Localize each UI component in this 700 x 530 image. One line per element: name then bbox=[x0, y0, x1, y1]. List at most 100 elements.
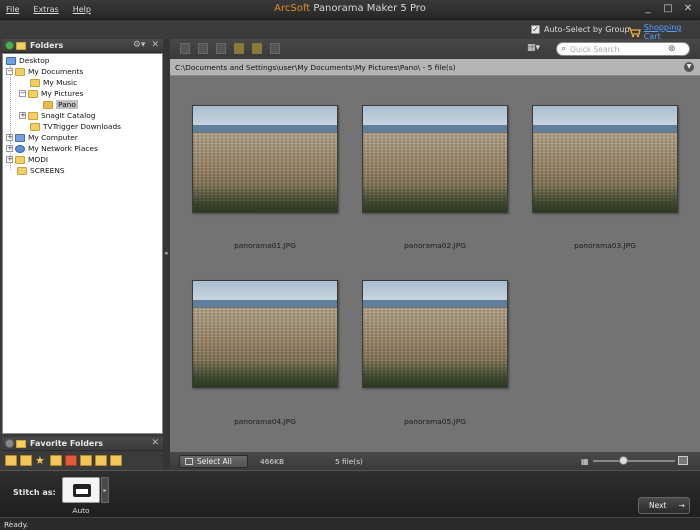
app-title-brand: ArcSoft bbox=[274, 3, 311, 14]
close-button[interactable]: ✕ bbox=[680, 2, 696, 16]
flag-icon[interactable] bbox=[65, 454, 77, 466]
small-thumbnails-icon[interactable]: ▦ bbox=[581, 457, 589, 466]
arrow-right-icon: → bbox=[678, 501, 685, 510]
favorites-toolbar: ★ bbox=[2, 452, 163, 468]
panel-splitter[interactable]: ◂ bbox=[163, 39, 170, 470]
favorites-title: Favorite Folders bbox=[30, 439, 104, 448]
calendar-icon[interactable] bbox=[80, 454, 92, 466]
collapse-arrow-icon[interactable]: ◂ bbox=[164, 249, 168, 257]
minimize-button[interactable]: _ bbox=[640, 2, 656, 16]
stitch-bar: Stitch as: ▸ Auto Next → bbox=[0, 470, 700, 517]
favorites-header-controls: ✕ bbox=[151, 438, 159, 448]
search-input[interactable] bbox=[570, 44, 667, 54]
status-bar: Ready. ⋰ bbox=[0, 517, 700, 530]
lock-icon[interactable] bbox=[252, 43, 262, 54]
tree-item-my-documents[interactable]: − My Documents bbox=[6, 66, 83, 77]
next-label: Next bbox=[649, 501, 667, 510]
stitch-as-label: Stitch as: bbox=[13, 488, 56, 497]
close-icon[interactable]: ✕ bbox=[151, 40, 159, 50]
collapse-icon[interactable]: − bbox=[6, 68, 13, 75]
thumbnail-panorama04[interactable] bbox=[192, 280, 338, 388]
tree-item-tvtrigger-downloads[interactable]: TVTrigger Downloads bbox=[30, 121, 121, 132]
path-dropdown-icon[interactable]: ▼ bbox=[684, 62, 694, 72]
thumbnail-caption: panorama02.JPG bbox=[404, 241, 466, 250]
thumbnail-panorama03[interactable] bbox=[532, 105, 678, 213]
tree-item-my-music[interactable]: My Music bbox=[30, 77, 77, 88]
close-icon[interactable]: ✕ bbox=[151, 438, 159, 448]
next-button[interactable]: Next → bbox=[638, 497, 690, 514]
auto-select-toggle[interactable]: ✓ Auto-Select by Group bbox=[531, 25, 630, 34]
thumbnail-caption: panorama03.JPG bbox=[574, 241, 636, 250]
thumbnail-size-slider[interactable] bbox=[593, 460, 675, 462]
auto-stitch-icon bbox=[73, 484, 91, 497]
tree-item-my-pictures[interactable]: − My Pictures bbox=[19, 88, 83, 99]
star-folder-icon bbox=[16, 439, 26, 448]
select-all-button[interactable]: Select All bbox=[179, 455, 248, 468]
expand-icon[interactable]: + bbox=[6, 156, 13, 163]
thumbnail-size-handle[interactable] bbox=[619, 456, 628, 465]
folders-header-controls: ⚙▾ ✕ bbox=[133, 40, 159, 50]
folder-icon bbox=[28, 111, 38, 120]
maximize-button[interactable]: □ bbox=[660, 2, 676, 16]
music-folder-icon bbox=[30, 78, 40, 87]
star-icon[interactable]: ★ bbox=[35, 455, 47, 466]
file-count: 5 file(s) bbox=[335, 457, 363, 466]
expand-icon[interactable]: + bbox=[6, 145, 13, 152]
tree-item-my-computer[interactable]: + My Computer bbox=[6, 132, 78, 143]
favorites-header: Favorite Folders ✕ bbox=[2, 437, 163, 451]
search-icon: ⌕ bbox=[561, 44, 567, 54]
print-icon[interactable] bbox=[216, 43, 226, 54]
tree-item-my-network-places[interactable]: + My Network Places bbox=[6, 143, 98, 154]
thumbnail-caption: panorama01.JPG bbox=[234, 241, 296, 250]
add-folder-icon[interactable] bbox=[20, 454, 32, 466]
auto-select-checkbox[interactable]: ✓ bbox=[531, 25, 540, 34]
folder-tree: Desktop − My Documents My Music − My Pictu… bbox=[2, 53, 163, 434]
left-panel: Folders ⚙▾ ✕ Desktop − My Documents My Mu… bbox=[2, 39, 163, 470]
tree-item-screens[interactable]: SCREENS bbox=[17, 165, 65, 176]
tree-item-pano[interactable]: Pano bbox=[43, 99, 78, 110]
folder-icon bbox=[16, 41, 26, 50]
expand-icon[interactable]: + bbox=[6, 134, 13, 141]
auto-select-label: Auto-Select by Group bbox=[544, 25, 630, 34]
stitch-options-arrow[interactable]: ▸ bbox=[101, 477, 109, 503]
thumbnail-caption: panorama04.JPG bbox=[234, 417, 296, 426]
app-title-name: Panorama Maker 5 Pro bbox=[313, 3, 426, 14]
clear-search-icon[interactable]: ⊗ bbox=[668, 44, 676, 54]
thumbnail-panorama02[interactable] bbox=[362, 105, 508, 213]
thumbnail-panorama05[interactable] bbox=[362, 280, 508, 388]
tree-item-modi[interactable]: + MODI bbox=[6, 154, 48, 165]
large-thumbnails-icon[interactable] bbox=[678, 456, 688, 465]
view-mode-button[interactable]: ▦▾ bbox=[527, 43, 545, 54]
folder-icon[interactable] bbox=[5, 454, 17, 466]
folders-title: Folders bbox=[30, 41, 64, 50]
stitch-mode-label: Auto bbox=[72, 506, 90, 515]
stitch-auto-option[interactable] bbox=[62, 477, 100, 503]
computer-icon bbox=[15, 133, 25, 142]
gear-icon[interactable]: ⚙▾ bbox=[133, 40, 146, 50]
quick-search[interactable]: ⌕ ⊗ bbox=[556, 42, 690, 56]
rotate-right-icon[interactable] bbox=[198, 43, 208, 54]
tree-item-snagit-catalog[interactable]: + SnagIt Catalog bbox=[19, 110, 95, 121]
camera-icon[interactable] bbox=[110, 454, 122, 466]
favorites-status-icon bbox=[5, 439, 14, 448]
rotate-left-icon[interactable] bbox=[180, 43, 190, 54]
desktop-icon bbox=[6, 56, 16, 65]
thumbnail-panorama01[interactable] bbox=[192, 105, 338, 213]
path-bar: C:\Documents and Settings\user\My Docume… bbox=[170, 59, 700, 76]
tree-item-desktop[interactable]: Desktop bbox=[6, 55, 49, 66]
folder-icon bbox=[15, 155, 25, 164]
thumbnail-caption: panorama05.JPG bbox=[404, 417, 466, 426]
folder-icon bbox=[15, 67, 25, 76]
lock-icon[interactable] bbox=[50, 454, 62, 466]
expand-icon[interactable]: + bbox=[19, 112, 26, 119]
folder-icon bbox=[30, 122, 40, 131]
select-all-label: Select All bbox=[197, 457, 232, 466]
photos-icon[interactable] bbox=[95, 454, 107, 466]
collapse-icon[interactable]: − bbox=[19, 90, 26, 97]
favorite-icon[interactable] bbox=[234, 43, 244, 54]
browser-toolbar: ▦▾ ⌕ ⊗ bbox=[170, 39, 700, 59]
resize-grip-icon[interactable]: ⋰ bbox=[4, 520, 698, 529]
delete-icon[interactable] bbox=[270, 43, 280, 54]
folders-status-icon bbox=[5, 41, 14, 50]
select-all-icon bbox=[185, 458, 193, 465]
